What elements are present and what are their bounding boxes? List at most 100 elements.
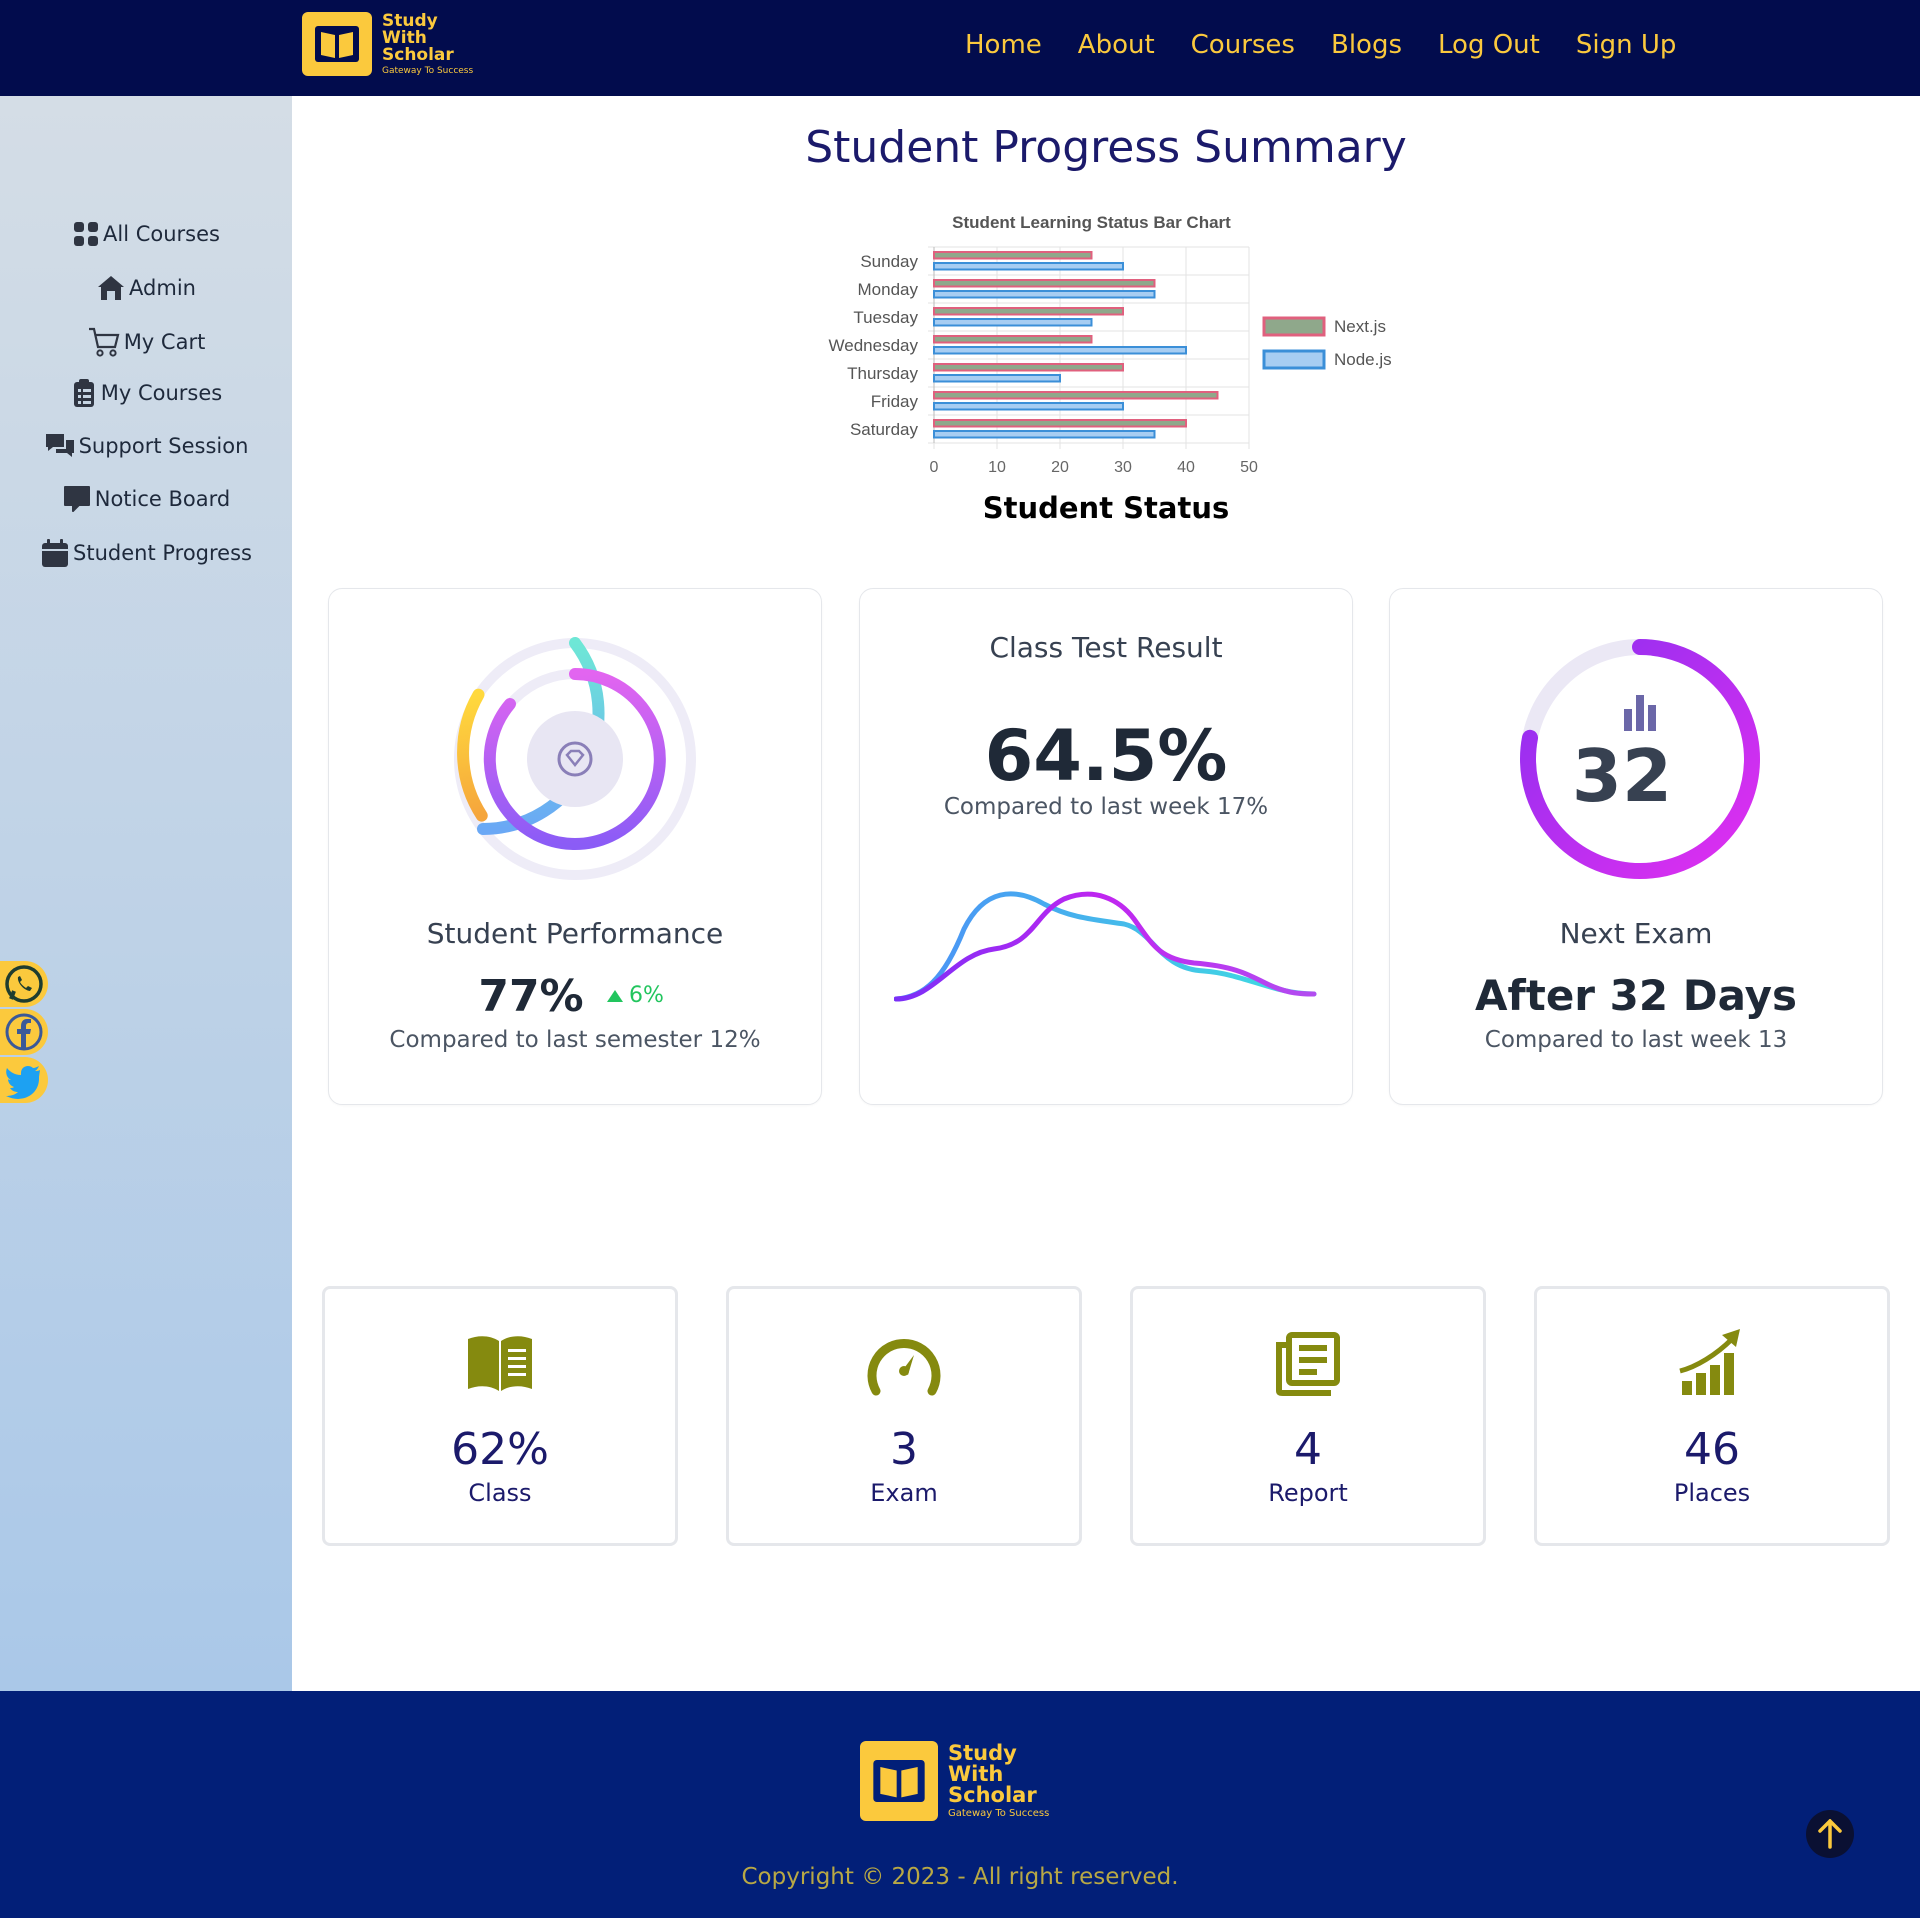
scroll-to-top-button[interactable] (1806, 1810, 1854, 1858)
chart-category-label: Saturday (850, 420, 919, 439)
nav-log-out[interactable]: Log Out (1438, 30, 1540, 60)
sidebar-item-student-progress[interactable]: Student Progress (0, 537, 292, 569)
stat-label: Report (1268, 1479, 1348, 1507)
chart-bar-next-js (933, 419, 1187, 428)
stat-card-places: 46 Places (1534, 1286, 1890, 1546)
stat-value: 4 (1294, 1424, 1322, 1475)
brand-tagline: Gateway To Success (382, 65, 474, 76)
chart-bar-node-js (933, 374, 1061, 383)
chart-category-label: Monday (858, 280, 919, 299)
nav-home[interactable]: Home (965, 30, 1042, 60)
cart-icon (88, 327, 120, 357)
sidebar-item-label: All Courses (103, 222, 220, 246)
class-test-compare: Compared to last week 17% (943, 794, 1269, 820)
test-trend-chart (894, 891, 1317, 1002)
home-icon (98, 276, 125, 300)
stat-value: 3 (890, 1424, 918, 1475)
chart-x-tick-label: 30 (1114, 459, 1132, 476)
performance-delta-value: 6% (629, 983, 664, 1008)
copyright: Copyright © 2023 - All right reserved. (741, 1864, 1179, 1890)
chart-x-tick-label: 50 (1240, 459, 1258, 476)
stat-label: Exam (870, 1479, 938, 1507)
newspaper-icon (1276, 1332, 1340, 1396)
sidebar-item-label: Student Progress (73, 541, 252, 565)
chart-legend-swatch (1262, 316, 1326, 337)
chart-x-tick-label: 10 (988, 459, 1006, 476)
performance-compare: Compared to last semester 12% (389, 1027, 761, 1053)
nav-about[interactable]: About (1078, 30, 1155, 60)
nav-courses[interactable]: Courses (1191, 30, 1295, 60)
nav-sign-up[interactable]: Sign Up (1576, 30, 1677, 60)
arrow-up-icon (1818, 1819, 1842, 1849)
chart-title: Student Learning Status Bar Chart (952, 213, 1231, 232)
message-icon (63, 486, 90, 512)
calendar-icon (42, 539, 69, 567)
learning-status-chart: Student Learning Status Bar Chart 0 10 20 30… (812, 205, 1412, 525)
navbar: Study With Scholar Gateway To Success Ho… (0, 0, 1920, 96)
class-test-label: Class Test Result (989, 631, 1223, 664)
nav-blogs[interactable]: Blogs (1331, 30, 1402, 60)
chart-caption: Student Status (982, 491, 1230, 525)
chart-legend-label: Node.js (1334, 350, 1392, 369)
stat-label: Places (1673, 1479, 1751, 1507)
brand-logo[interactable]: Study With Scholar Gateway To Success (302, 12, 473, 76)
next-exam-label: Next Exam (1559, 917, 1713, 950)
bar-chart-svg: Student Learning Status Bar Chart 0 10 20 30… (829, 213, 1392, 476)
book-logo-icon (302, 12, 372, 76)
chart-category-label: Tuesday (853, 308, 918, 327)
chart-category-label: Wednesday (829, 336, 919, 355)
chart-bar-next-js (933, 391, 1219, 400)
twitter-icon (6, 1065, 40, 1099)
twitter-button[interactable] (0, 1057, 48, 1103)
exam-countdown-ring: 32 (1520, 639, 1760, 879)
exam-days-number: 32 (1572, 734, 1672, 818)
chart-category-label: Sunday (860, 252, 918, 271)
clipboard-icon (73, 379, 94, 407)
whatsapp-icon (5, 965, 43, 1003)
sidebar-item-label: Support Session (78, 434, 249, 458)
brand-name-line3: Scholar (382, 44, 454, 65)
footer-logo[interactable]: Study With Scholar Gateway To Success (860, 1741, 1049, 1821)
main-nav: Home About Courses Blogs Log Out Sign Up (965, 30, 1676, 60)
stat-card-class: 62% Class (322, 1286, 678, 1546)
chart-bar-next-js (933, 363, 1124, 372)
sidebar-item-support-session[interactable]: Support Session (0, 431, 292, 461)
stat-value: 46 (1684, 1424, 1740, 1475)
page-title: Student Progress Summary (805, 122, 1407, 173)
bar-chart-icon (1624, 695, 1656, 731)
footer: Study With Scholar Gateway To Success Co… (0, 1691, 1920, 1918)
book-icon (468, 1336, 532, 1391)
sidebar-item-label: My Courses (100, 381, 223, 405)
whatsapp-button[interactable] (0, 961, 48, 1007)
brand-name: Study With Scholar Gateway To Success (382, 12, 474, 76)
sidebar-item-my-courses[interactable]: My Courses (0, 378, 292, 408)
sidebar-item-notice-board[interactable]: Notice Board (0, 484, 292, 514)
chart-bar-node-js (933, 402, 1124, 411)
class-test-value: 64.5% (984, 715, 1228, 797)
sidebar-item-label: Notice Board (94, 487, 231, 511)
grid-icon (74, 222, 99, 246)
next-exam-compare: Compared to last week 13 (1484, 1027, 1788, 1053)
performance-label: Student Performance (426, 917, 724, 950)
sidebar-item-my-cart[interactable]: My Cart (0, 326, 292, 358)
sidebar-item-all-courses[interactable]: All Courses (0, 220, 292, 248)
sidebar-item-admin[interactable]: Admin (0, 273, 292, 303)
brand-name-line3: Scholar (948, 1783, 1037, 1807)
facebook-button[interactable] (0, 1009, 48, 1055)
chart-bar-node-js (933, 346, 1187, 355)
brand-tagline: Gateway To Success (948, 1808, 1050, 1819)
chart-legend-swatch (1262, 349, 1326, 370)
chart-bar-next-js (933, 335, 1093, 344)
arrow-up-icon (607, 989, 623, 1002)
chart-category-label: Thursday (847, 364, 918, 383)
sidebar-item-label: Admin (129, 276, 196, 300)
footer-brand-name: Study With Scholar Gateway To Success (948, 1743, 1049, 1819)
chart-x-tick-label: 0 (930, 459, 939, 476)
speedometer-icon (867, 1339, 941, 1396)
chart-x-tick-label: 20 (1051, 459, 1069, 476)
stat-card-exam: 3 Exam (726, 1286, 1082, 1546)
book-logo-icon (860, 1741, 938, 1821)
chart-bar-node-js (933, 430, 1156, 439)
chart-bar-node-js (933, 262, 1124, 271)
performance-value: 77% (478, 971, 584, 1022)
